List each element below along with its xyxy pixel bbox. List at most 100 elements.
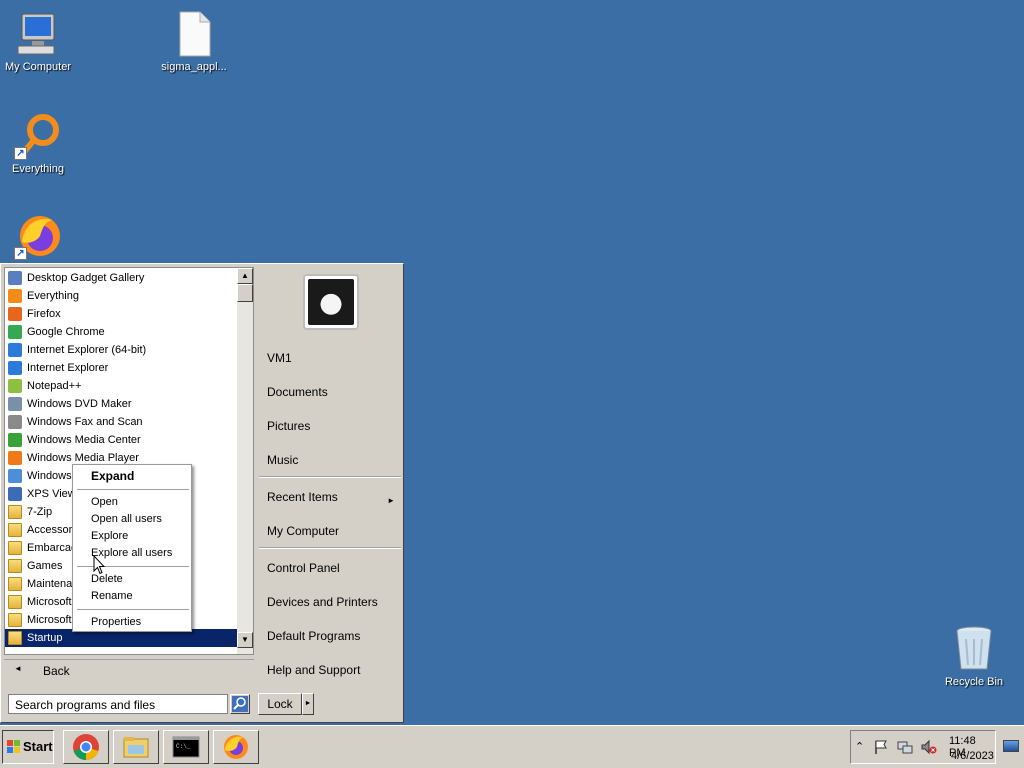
file-icon xyxy=(170,10,218,58)
firefox-icon: ↗ xyxy=(14,212,62,260)
submenu-arrow-icon: ► xyxy=(387,496,395,505)
program-item[interactable]: Notepad++ xyxy=(5,377,239,395)
start-item-recent-items[interactable]: Recent Items xyxy=(267,490,338,504)
search-button[interactable] xyxy=(230,694,250,714)
explorer-icon xyxy=(123,737,149,758)
context-menu: Expand Open Open all users Explore Explo… xyxy=(72,464,192,632)
ie-icon xyxy=(8,343,22,357)
back-button[interactable]: ◄ Back xyxy=(4,659,254,683)
shortcut-arrow-icon: ↗ xyxy=(14,147,27,160)
user-photo xyxy=(308,279,354,325)
taskbar-firefox-button[interactable] xyxy=(213,730,259,764)
search-input[interactable]: Search programs and files xyxy=(8,694,228,714)
taskbar: Start C:\_ ⌃ 11:48 PM 4/6/2023 xyxy=(0,725,1024,768)
program-item[interactable]: Google Chrome xyxy=(5,323,239,341)
divider xyxy=(259,476,401,478)
program-label: Accessori xyxy=(27,524,75,536)
menu-item-properties[interactable]: Properties xyxy=(91,616,141,628)
start-item-help-support[interactable]: Help and Support xyxy=(267,663,360,677)
programs-scrollbar[interactable]: ▲ ▼ xyxy=(237,268,253,654)
program-label: Internet Explorer (64-bit) xyxy=(27,344,147,356)
start-item-devices-printers[interactable]: Devices and Printers xyxy=(267,595,378,609)
start-menu: Desktop Gadget Gallery Everything Firefox G… xyxy=(0,263,404,723)
computer-icon xyxy=(14,10,62,58)
start-button[interactable]: Start xyxy=(2,730,54,764)
program-item[interactable]: Internet Explorer xyxy=(5,359,239,377)
taskbar-chrome-button[interactable] xyxy=(63,730,109,764)
shortcut-arrow-icon: ↗ xyxy=(14,247,27,260)
menu-item-open-all-users[interactable]: Open all users xyxy=(91,513,162,525)
program-item[interactable]: Windows Media Center xyxy=(5,431,239,449)
system-tray: ⌃ 11:48 PM 4/6/2023 xyxy=(850,730,996,764)
folder-icon xyxy=(8,577,22,591)
desktop-icon-everything[interactable]: ↗ Everything xyxy=(0,112,78,175)
windows-flag-icon xyxy=(7,740,20,753)
desktop-icon-recycle-bin[interactable]: Recycle Bin xyxy=(934,625,1014,688)
program-item[interactable]: Firefox xyxy=(5,305,239,323)
scroll-down-button[interactable]: ▼ xyxy=(237,632,253,648)
program-label: Startup xyxy=(27,632,63,644)
windows-update-icon xyxy=(8,469,22,483)
start-item-documents[interactable]: Documents xyxy=(267,385,328,399)
program-label: Microsoft xyxy=(27,596,72,608)
user-picture[interactable] xyxy=(303,274,359,330)
everything-icon xyxy=(8,289,22,303)
show-desktop-button[interactable] xyxy=(1003,740,1019,752)
volume-muted-icon[interactable] xyxy=(921,739,937,755)
program-label: Windows Media Center xyxy=(27,434,141,446)
taskbar-explorer-button[interactable] xyxy=(113,730,159,764)
back-arrow-icon: ◄ xyxy=(14,664,22,673)
clock-date[interactable]: 4/6/2023 xyxy=(951,750,994,762)
desktop-icon-label: My Computer xyxy=(4,61,72,73)
menu-item-explore[interactable]: Explore xyxy=(91,530,128,542)
divider xyxy=(259,547,401,549)
program-item[interactable]: Windows DVD Maker xyxy=(5,395,239,413)
folder-icon xyxy=(8,631,22,645)
program-label: Google Chrome xyxy=(27,326,105,338)
firefox-icon xyxy=(8,307,22,321)
program-item[interactable]: Windows Fax and Scan xyxy=(5,413,239,431)
desktop-icon-firefox[interactable]: ↗ xyxy=(0,212,78,263)
desktop-icon-label: Everything xyxy=(12,163,64,175)
start-label: Start xyxy=(23,739,53,754)
folder-icon xyxy=(8,613,22,627)
action-center-flag-icon[interactable] xyxy=(873,739,889,755)
start-menu-right-pane: VM1 Documents Pictures Music Recent Item… xyxy=(255,264,403,684)
desktop-icon-sigma-file[interactable]: sigma_appl... xyxy=(154,10,234,73)
start-item-pictures[interactable]: Pictures xyxy=(267,419,310,433)
mouse-cursor-icon xyxy=(93,555,105,575)
chrome-icon xyxy=(8,325,22,339)
program-item[interactable]: Everything xyxy=(5,287,239,305)
menu-item-rename[interactable]: Rename xyxy=(91,590,133,602)
program-label: Microsoft xyxy=(27,614,72,626)
menu-item-open[interactable]: Open xyxy=(91,496,118,508)
lock-button[interactable]: Lock xyxy=(258,693,302,715)
start-item-music[interactable]: Music xyxy=(267,453,298,467)
chrome-icon xyxy=(73,734,99,760)
scroll-up-button[interactable]: ▲ xyxy=(237,268,253,284)
ie-icon xyxy=(8,361,22,375)
folder-icon xyxy=(8,559,22,573)
scroll-thumb[interactable] xyxy=(237,284,253,302)
program-label: Windows Media Player xyxy=(27,452,139,464)
program-item[interactable]: Desktop Gadget Gallery xyxy=(5,269,239,287)
program-item[interactable]: Internet Explorer (64-bit) xyxy=(5,341,239,359)
show-hidden-icons-button[interactable]: ⌃ xyxy=(855,740,864,753)
divider xyxy=(77,609,189,610)
folder-icon xyxy=(8,541,22,555)
taskbar-cmd-button[interactable]: C:\_ xyxy=(163,730,209,764)
program-label: Windows DVD Maker xyxy=(27,398,132,410)
desktop-icon-my-computer[interactable]: My Computer xyxy=(0,10,78,73)
program-label: Windows Fax and Scan xyxy=(27,416,143,428)
program-label: Internet Explorer xyxy=(27,362,109,374)
lock-options-button[interactable]: ► xyxy=(302,693,314,715)
start-item-control-panel[interactable]: Control Panel xyxy=(267,561,340,575)
start-item-default-programs[interactable]: Default Programs xyxy=(267,629,360,643)
start-item-my-computer[interactable]: My Computer xyxy=(267,524,339,538)
folder-icon xyxy=(8,505,22,519)
menu-item-expand[interactable]: Expand xyxy=(91,469,134,483)
folder-icon xyxy=(8,523,22,537)
back-label: Back xyxy=(43,664,70,678)
start-item-user[interactable]: VM1 xyxy=(267,351,292,365)
network-icon[interactable] xyxy=(897,739,913,755)
